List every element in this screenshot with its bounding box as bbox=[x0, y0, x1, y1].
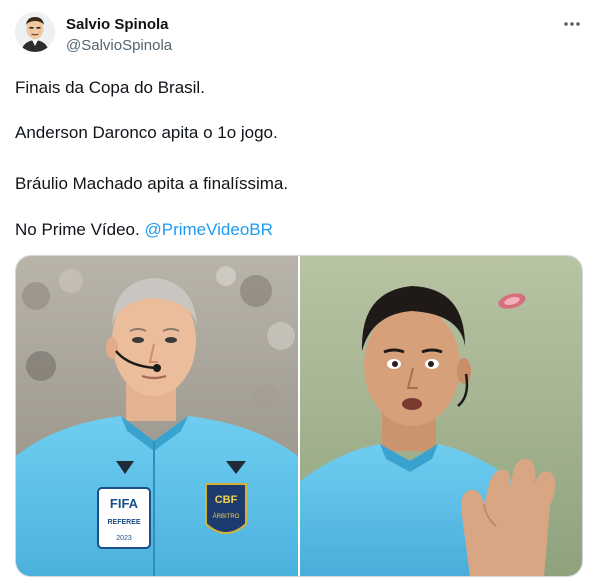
cartoon-portrait-avatar-icon bbox=[15, 12, 55, 52]
cbf-badge: CBF ÁRBITRO bbox=[205, 483, 247, 534]
svg-text:FIFA: FIFA bbox=[110, 496, 139, 511]
tweet-text-line: Bráulio Machado apita a finalíssima. bbox=[15, 174, 289, 193]
referee-photo-image bbox=[300, 256, 582, 576]
tweet-text-prefix: No Prime Vídeo. bbox=[15, 220, 140, 239]
referee-photo-image: FIFA REFEREE 2023 CBF ÁRBITRO bbox=[16, 256, 298, 576]
tweet-text-line: Anderson Daronco apita o 1o jogo. bbox=[15, 123, 278, 142]
media-grid: FIFA REFEREE 2023 CBF ÁRBITRO bbox=[15, 255, 583, 577]
svg-text:REFEREE: REFEREE bbox=[107, 519, 140, 526]
author-handle[interactable]: @SalvioSpinola bbox=[66, 37, 172, 54]
svg-text:ÁRBITRO: ÁRBITRO bbox=[213, 513, 240, 520]
referee-photo-left[interactable]: FIFA REFEREE 2023 CBF ÁRBITRO bbox=[16, 256, 298, 576]
mention-link[interactable]: @PrimeVideoBR bbox=[144, 220, 272, 239]
tweet-card: Salvio Spinola @SalvioSpinola Finais da … bbox=[0, 0, 604, 577]
svg-text:CBF: CBF bbox=[215, 494, 238, 506]
svg-text:2023: 2023 bbox=[116, 535, 132, 542]
tweet-text-line: Finais da Copa do Brasil. bbox=[15, 78, 205, 97]
fifa-badge: FIFA REFEREE 2023 bbox=[97, 487, 151, 549]
tweet-text-line: No Prime Vídeo. @PrimeVideoBR bbox=[15, 219, 273, 241]
avatar[interactable] bbox=[15, 12, 55, 52]
author-name[interactable]: Salvio Spinola bbox=[66, 16, 169, 33]
more-horizontal-icon bbox=[564, 22, 580, 26]
more-options-button[interactable] bbox=[560, 12, 584, 36]
referee-photo-right[interactable] bbox=[300, 256, 582, 576]
